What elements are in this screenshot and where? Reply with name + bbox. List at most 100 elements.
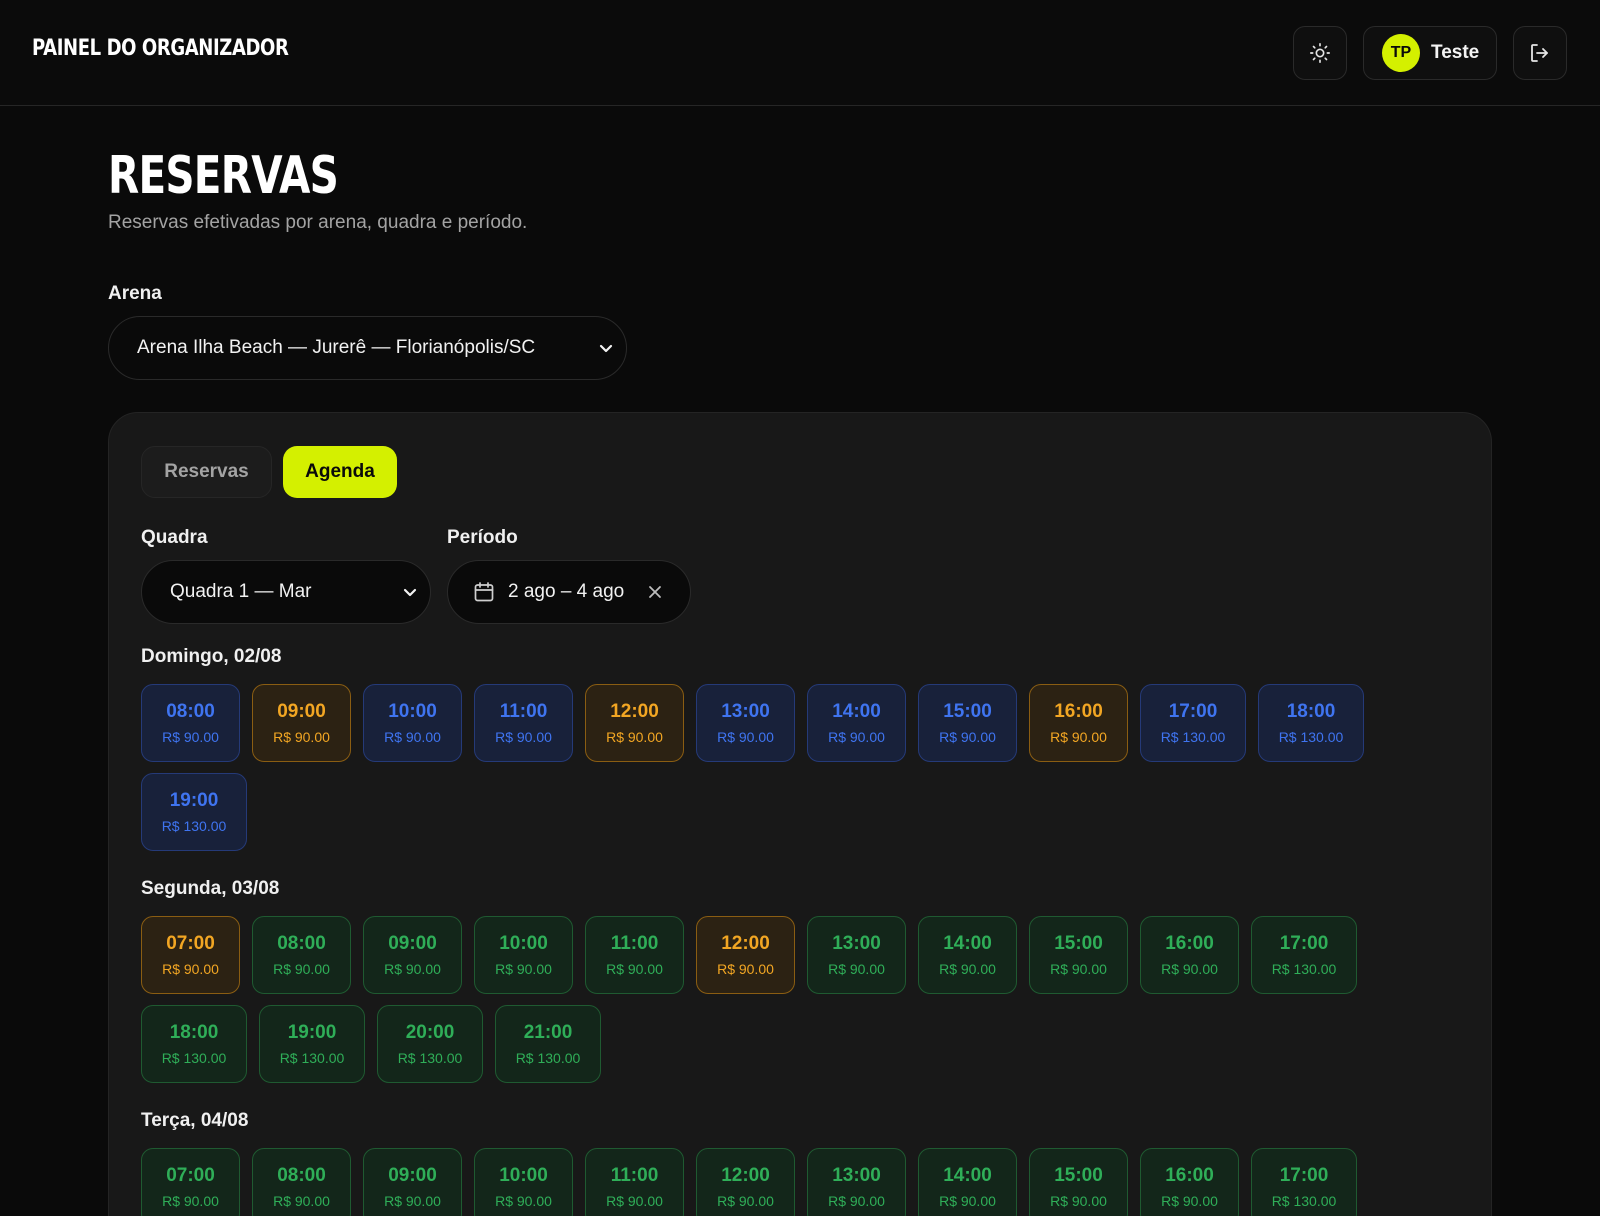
agenda-card xyxy=(108,412,1492,1216)
slot-price: R$ 130.00 xyxy=(279,1049,345,1066)
time-slot[interactable]: 09:00 R$ 90.00 xyxy=(252,684,351,762)
time-slot[interactable]: 11:00 R$ 90.00 xyxy=(474,684,573,762)
slot-time: 09:00 xyxy=(388,1164,437,1186)
time-slot[interactable]: 10:00 R$ 90.00 xyxy=(363,684,462,762)
time-slot[interactable]: 10:00 R$ 90.00 xyxy=(474,916,573,994)
time-slot[interactable]: 13:00 R$ 90.00 xyxy=(696,684,795,762)
slot-price: R$ 90.00 xyxy=(606,1192,663,1209)
slot-price: R$ 90.00 xyxy=(606,960,663,977)
user-name: Teste xyxy=(1431,42,1480,63)
slot-price: R$ 90.00 xyxy=(495,1192,552,1209)
time-slot[interactable]: 13:00 R$ 90.00 xyxy=(807,1148,906,1216)
chevron-down-icon xyxy=(403,588,417,597)
slot-price: R$ 90.00 xyxy=(939,728,996,745)
time-slot[interactable]: 17:00 R$ 130.00 xyxy=(1251,916,1357,994)
time-slot[interactable]: 19:00 R$ 130.00 xyxy=(141,773,247,851)
time-slot[interactable]: 20:00 R$ 130.00 xyxy=(377,1005,483,1083)
theme-toggle-button[interactable] xyxy=(1293,26,1347,80)
time-slot[interactable]: 14:00 R$ 90.00 xyxy=(918,1148,1017,1216)
calendar-icon xyxy=(474,582,494,602)
logout-icon xyxy=(1531,44,1548,62)
sun-icon xyxy=(1310,43,1330,63)
slot-time: 17:00 xyxy=(1168,700,1218,722)
time-slot[interactable]: 13:00 R$ 90.00 xyxy=(807,916,906,994)
arena-select[interactable]: Arena Ilha Beach — Jurerê — Florianópoli… xyxy=(108,316,627,380)
slot-price: R$ 90.00 xyxy=(1050,728,1107,745)
time-slot[interactable]: 11:00 R$ 90.00 xyxy=(585,916,684,994)
time-slot[interactable]: 11:00 R$ 90.00 xyxy=(585,1148,684,1216)
time-slot[interactable]: 08:00 R$ 90.00 xyxy=(141,684,240,762)
close-icon[interactable] xyxy=(646,583,664,601)
slot-time: 12:00 xyxy=(721,1164,770,1186)
time-slot[interactable]: 18:00 R$ 130.00 xyxy=(141,1005,247,1083)
slot-price: R$ 90.00 xyxy=(273,1192,330,1209)
slot-price: R$ 90.00 xyxy=(717,1192,774,1209)
slot-time: 16:00 xyxy=(1165,932,1214,954)
slot-price: R$ 90.00 xyxy=(273,960,330,977)
slot-time: 10:00 xyxy=(499,932,548,954)
time-slot[interactable]: 18:00 R$ 130.00 xyxy=(1258,684,1364,762)
time-slot[interactable]: 15:00 R$ 90.00 xyxy=(1029,1148,1128,1216)
slot-time: 10:00 xyxy=(499,1164,548,1186)
slot-time: 14:00 xyxy=(832,700,881,722)
user-menu-button[interactable]: TP Teste xyxy=(1363,26,1497,80)
time-slot[interactable]: 17:00 R$ 130.00 xyxy=(1140,684,1246,762)
time-slot[interactable]: 19:00 R$ 130.00 xyxy=(259,1005,365,1083)
time-slot[interactable]: 08:00 R$ 90.00 xyxy=(252,916,351,994)
time-slot[interactable]: 07:00 R$ 90.00 xyxy=(141,1148,240,1216)
slot-price: R$ 130.00 xyxy=(161,1049,227,1066)
time-slot[interactable]: 17:00 R$ 130.00 xyxy=(1251,1148,1357,1216)
slot-price: R$ 130.00 xyxy=(515,1049,581,1066)
slot-time: 16:00 xyxy=(1165,1164,1214,1186)
slot-price: R$ 90.00 xyxy=(828,960,885,977)
slot-time: 16:00 xyxy=(1054,700,1103,722)
logout-button[interactable] xyxy=(1513,26,1567,80)
slot-time: 13:00 xyxy=(721,700,770,722)
slot-time: 07:00 xyxy=(166,1164,215,1186)
slot-price: R$ 90.00 xyxy=(273,728,330,745)
time-slot[interactable]: 12:00 R$ 90.00 xyxy=(696,1148,795,1216)
slot-price: R$ 90.00 xyxy=(384,960,441,977)
time-slot[interactable]: 08:00 R$ 90.00 xyxy=(252,1148,351,1216)
time-slot[interactable]: 14:00 R$ 90.00 xyxy=(918,916,1017,994)
time-slot[interactable]: 07:00 R$ 90.00 xyxy=(141,916,240,994)
slot-time: 17:00 xyxy=(1279,1164,1329,1186)
tab-reservas[interactable]: Reservas xyxy=(141,446,272,498)
slot-price: R$ 130.00 xyxy=(161,817,227,834)
slot-price: R$ 90.00 xyxy=(162,960,219,977)
slot-price: R$ 90.00 xyxy=(1161,1192,1218,1209)
tab-agenda[interactable]: Agenda xyxy=(283,446,397,498)
slot-time: 08:00 xyxy=(166,700,215,722)
time-slot[interactable]: 10:00 R$ 90.00 xyxy=(474,1148,573,1216)
slot-price: R$ 90.00 xyxy=(162,1192,219,1209)
court-select-value: Quadra 1 — Mar xyxy=(170,581,312,602)
court-select[interactable]: Quadra 1 — Mar xyxy=(141,560,431,624)
slot-time: 07:00 xyxy=(166,932,215,954)
slot-price: R$ 90.00 xyxy=(828,728,885,745)
time-slot[interactable]: 15:00 R$ 90.00 xyxy=(1029,916,1128,994)
slot-price: R$ 130.00 xyxy=(1160,728,1226,745)
time-slot[interactable]: 16:00 R$ 90.00 xyxy=(1140,916,1239,994)
period-picker[interactable]: 2 ago – 4 ago xyxy=(447,560,691,624)
time-slot[interactable]: 14:00 R$ 90.00 xyxy=(807,684,906,762)
slot-time: 08:00 xyxy=(277,1164,326,1186)
time-slot[interactable]: 12:00 R$ 90.00 xyxy=(696,916,795,994)
chevron-down-icon xyxy=(599,344,613,353)
time-slot[interactable]: 15:00 R$ 90.00 xyxy=(918,684,1017,762)
slot-time: 19:00 xyxy=(287,1021,337,1043)
slot-time: 17:00 xyxy=(1279,932,1329,954)
slot-time: 12:00 xyxy=(610,700,659,722)
slot-price: R$ 90.00 xyxy=(1050,960,1107,977)
time-slot[interactable]: 09:00 R$ 90.00 xyxy=(363,916,462,994)
slot-time: 14:00 xyxy=(943,932,992,954)
time-slot[interactable]: 21:00 R$ 130.00 xyxy=(495,1005,601,1083)
slot-time: 13:00 xyxy=(832,1164,881,1186)
time-slot[interactable]: 16:00 R$ 90.00 xyxy=(1140,1148,1239,1216)
slot-price: R$ 130.00 xyxy=(1271,960,1337,977)
time-slot[interactable]: 12:00 R$ 90.00 xyxy=(585,684,684,762)
day-title: Terça, 04/08 xyxy=(141,1110,249,1131)
slot-price: R$ 130.00 xyxy=(1271,1192,1337,1209)
slot-price: R$ 90.00 xyxy=(384,728,441,745)
time-slot[interactable]: 16:00 R$ 90.00 xyxy=(1029,684,1128,762)
time-slot[interactable]: 09:00 R$ 90.00 xyxy=(363,1148,462,1216)
